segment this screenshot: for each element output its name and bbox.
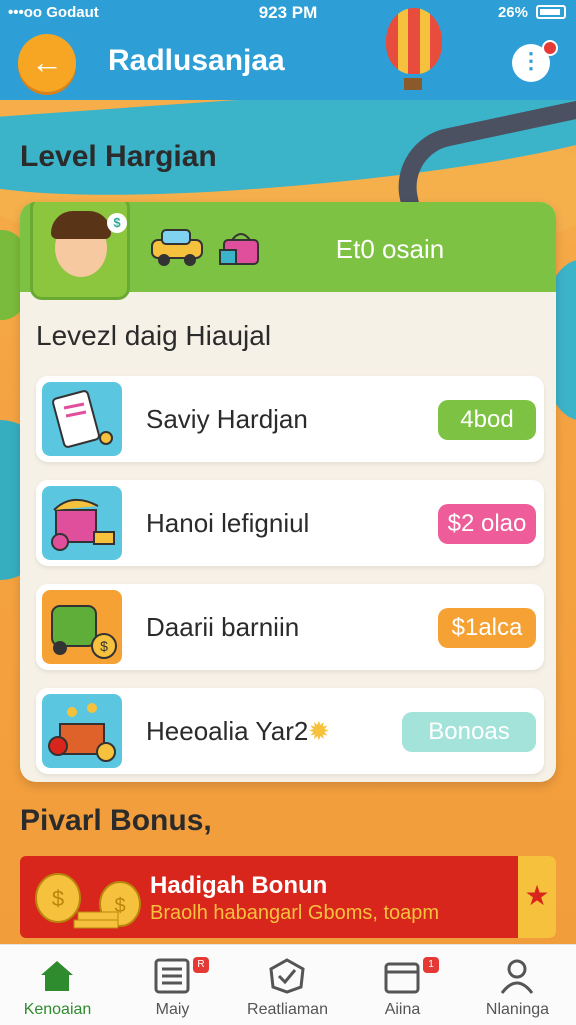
level-banner[interactable]: $ Et0 osain: [20, 202, 556, 300]
section-subheading: Levezl daig Hiaujal: [36, 320, 272, 351]
list-item-label: Heeoalia Yar2: [146, 716, 309, 746]
status-time: 923 PM: [258, 3, 318, 22]
tablet-icon: [42, 382, 122, 456]
nav-label: Nlaninga: [485, 1001, 550, 1018]
level-card: $ Et0 osain Levezl daig Hiaujal Saviy Ha…: [20, 202, 556, 782]
app-header: ← Radlusanjaa ⋮: [0, 8, 576, 100]
home-icon: [41, 961, 73, 991]
nav-badge: R: [193, 957, 209, 973]
bonus-title: Hadigah Bonun: [150, 872, 328, 899]
nav-label: Kenoaian: [23, 1001, 92, 1018]
car-icon: [151, 229, 203, 266]
list-item-label: Daarii barniin: [146, 612, 300, 642]
list-item-label: Hanoi lefigniul: [146, 508, 310, 538]
nav-badge: 1: [423, 957, 439, 973]
bonus-subtitle: Braolh habangarl Gboms, toapm: [150, 902, 440, 924]
sun-icon: ✹: [308, 716, 330, 746]
badge-check-icon: [269, 958, 305, 994]
nav-item-profile[interactable]: Nlaninga: [460, 945, 575, 1025]
svg-text:$: $: [52, 886, 64, 911]
nav-label: Aiina: [384, 1001, 421, 1018]
banner-text: Et0 osain: [335, 234, 445, 264]
nav-item-calendar[interactable]: 1 Aiina: [345, 945, 460, 1025]
calendar-icon: [384, 962, 420, 994]
star-icon: ★: [518, 856, 556, 938]
nav-label: Reatliaman: [247, 1001, 328, 1018]
status-bar: •••oo Godaut 923 PM 26%: [0, 0, 576, 26]
truck-coin-icon: $: [42, 590, 122, 664]
nav-label: Maiy: [155, 1001, 190, 1018]
item-badge-button[interactable]: Bonoas: [402, 712, 536, 752]
profile-icon: [500, 959, 534, 994]
battery-percent: 26%: [497, 4, 528, 21]
item-badge-button[interactable]: 4bod: [438, 400, 536, 440]
list-item[interactable]: Hanoi lefigniul $2 olao: [36, 480, 544, 566]
bottom-nav: Kenoaian R Maiy Reatliaman 1 Aiina Nlani…: [0, 944, 576, 1025]
gift-box-icon: [42, 486, 122, 560]
back-button[interactable]: ←: [18, 34, 76, 92]
list-item[interactable]: Saviy Hardjan 4bod: [36, 376, 544, 462]
svg-text:$: $: [100, 638, 108, 654]
shopping-bag-icon: [219, 233, 259, 265]
list-item-label: Saviy Hardjan: [146, 404, 308, 434]
list-item[interactable]: $ Daarii barniin $1alca: [36, 584, 544, 670]
coin-stack-icon: $ $: [35, 873, 141, 929]
hot-air-balloon-icon: [386, 8, 442, 74]
bonus-section-title: Pivarl Bonus,: [20, 804, 212, 837]
nav-item-list[interactable]: R Maiy: [115, 945, 230, 1025]
dollar-bubble-icon: $: [107, 213, 127, 233]
list-icon: [154, 958, 190, 994]
nav-item-rewards[interactable]: Reatliaman: [230, 945, 345, 1025]
avatar[interactable]: $: [30, 202, 130, 300]
avatar-hair: [51, 211, 111, 239]
coin-basket-icon: [42, 694, 122, 768]
item-badge-button[interactable]: $1alca: [438, 608, 536, 648]
list-item[interactable]: Heeoalia Yar2 ✹ Bonoas: [36, 688, 544, 774]
bonus-banner[interactable]: $ $ Hadigah Bonun Braolh habangarl Gboms…: [20, 856, 556, 938]
balloon-basket-icon: [404, 78, 422, 90]
app-title: Radlusanjaa: [108, 44, 285, 77]
item-badge-button[interactable]: $2 olao: [438, 504, 536, 544]
page-title: Level Hargian: [20, 140, 217, 173]
nav-item-home[interactable]: Kenoaian: [0, 945, 115, 1025]
notification-dot-icon: [542, 40, 558, 56]
battery-icon: [536, 5, 566, 19]
